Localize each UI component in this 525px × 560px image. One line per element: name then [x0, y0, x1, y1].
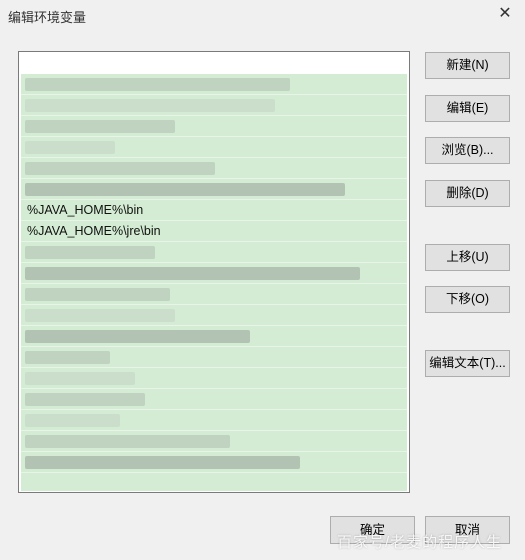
- list-item[interactable]: [21, 179, 407, 200]
- close-icon[interactable]: ✕: [495, 4, 515, 24]
- list-item[interactable]: [21, 431, 407, 452]
- list-item[interactable]: [21, 74, 407, 95]
- list-item-text: %JAVA_HOME%\jre\bin: [27, 224, 161, 238]
- list-item[interactable]: [21, 389, 407, 410]
- list-item[interactable]: [21, 368, 407, 389]
- list-item[interactable]: [21, 137, 407, 158]
- list-item[interactable]: [21, 263, 407, 284]
- watermark-text: 百家号/老麦的程序人生: [337, 534, 503, 551]
- edit-text-button[interactable]: 编辑文本(T)...: [425, 350, 510, 377]
- delete-button[interactable]: 删除(D): [425, 180, 510, 207]
- list-item[interactable]: [21, 410, 407, 431]
- list-item[interactable]: [21, 158, 407, 179]
- env-variable-list[interactable]: %JAVA_HOME%\bin %JAVA_HOME%\jre\bin: [18, 51, 410, 493]
- list-item[interactable]: [21, 326, 407, 347]
- list-item[interactable]: %JAVA_HOME%\jre\bin: [21, 221, 407, 242]
- list-item[interactable]: [21, 347, 407, 368]
- list-item-text: %JAVA_HOME%\bin: [27, 203, 144, 217]
- list-content: %JAVA_HOME%\bin %JAVA_HOME%\jre\bin: [21, 74, 407, 491]
- new-button[interactable]: 新建(N): [425, 52, 510, 79]
- list-item[interactable]: [21, 305, 407, 326]
- edit-button[interactable]: 编辑(E): [425, 95, 510, 122]
- move-down-button[interactable]: 下移(O): [425, 286, 510, 313]
- move-up-button[interactable]: 上移(U): [425, 244, 510, 271]
- list-item[interactable]: [21, 242, 407, 263]
- list-item[interactable]: [21, 95, 407, 116]
- list-item[interactable]: [21, 452, 407, 473]
- list-item[interactable]: [21, 284, 407, 305]
- browse-button[interactable]: 浏览(B)...: [425, 137, 510, 164]
- title-bar: 编辑环境变量 ✕: [0, 0, 525, 30]
- list-item[interactable]: %JAVA_HOME%\bin: [21, 200, 407, 221]
- list-item[interactable]: [21, 116, 407, 137]
- window-title: 编辑环境变量: [8, 10, 87, 25]
